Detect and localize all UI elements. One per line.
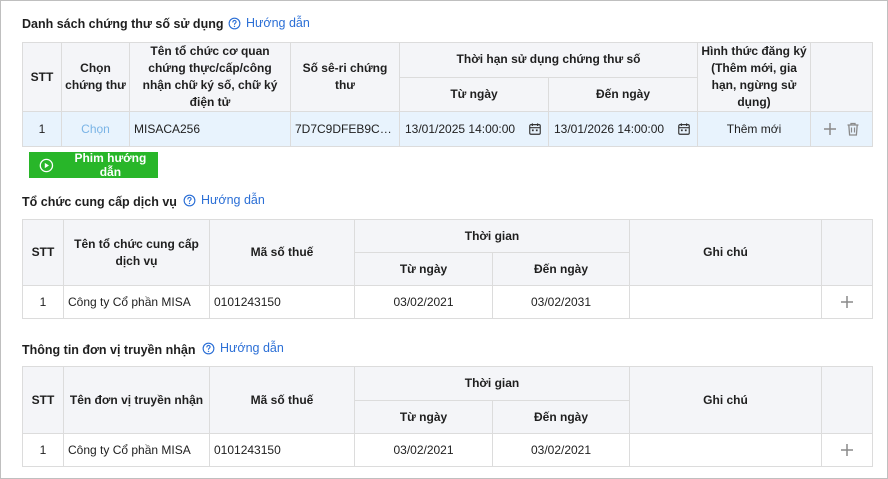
- col-to-date: Đến ngày: [492, 252, 630, 286]
- certificates-table: STT Chọn chứng thư Tên tổ chức cơ quan c…: [22, 42, 874, 147]
- row-provider-name: Công ty Cổ phần MISA: [63, 285, 210, 319]
- video-guide-label: Phim hướng dẫn: [74, 151, 147, 179]
- question-circle-icon: [228, 17, 241, 29]
- row-stt: 1: [22, 285, 64, 319]
- help-label: Hướng dẫn: [246, 16, 310, 30]
- row-from-date: 03/02/2021: [354, 433, 493, 467]
- trash-icon[interactable]: [845, 121, 861, 137]
- col-stt: STT: [22, 366, 64, 434]
- question-circle-icon: [202, 342, 215, 354]
- col-from-date: Từ ngày: [354, 252, 493, 286]
- row-tax-code: 0101243150: [209, 285, 355, 319]
- row-note: [629, 285, 822, 319]
- col-choose-certificate: Chọn chứng thư: [61, 42, 130, 112]
- to-date-value[interactable]: 13/01/2026 14:00:00: [554, 122, 664, 136]
- col-provider-name: Tên tổ chức cung cấp dịch vụ: [63, 219, 210, 286]
- row-note: [629, 433, 822, 467]
- col-serial-number: Số sê-ri chứng thư: [290, 42, 400, 112]
- col-registration-type: Hình thức đăng ký (Thêm mới, gia hạn, ng…: [697, 42, 812, 112]
- service-provider-section-title: Tổ chức cung cấp dịch vụ: [22, 195, 177, 209]
- col-note: Ghi chú: [629, 366, 822, 434]
- col-tax-code: Mã số thuế: [209, 219, 355, 286]
- row-tax-code: 0101243150: [209, 433, 355, 467]
- transmission-unit-table: STT Tên đơn vị truyền nhận Mã số thuế Th…: [22, 366, 873, 467]
- row-stt: 1: [22, 111, 62, 147]
- video-guide-button[interactable]: Phim hướng dẫn: [29, 151, 158, 179]
- plus-icon[interactable]: [822, 121, 838, 137]
- calendar-icon[interactable]: [528, 122, 542, 136]
- transmission-unit-help-link[interactable]: Hướng dẫn: [202, 341, 284, 355]
- service-provider-table: STT Tên tổ chức cung cấp dịch vụ Mã số t…: [22, 219, 873, 319]
- table-row[interactable]: 1 Công ty Cổ phần MISA 0101243150 03/02/…: [22, 433, 873, 467]
- row-from-date: 03/02/2021: [354, 285, 493, 319]
- help-label: Hướng dẫn: [220, 341, 284, 355]
- col-actions: [810, 42, 874, 112]
- row-to-date: 03/02/2031: [492, 285, 630, 319]
- col-issuing-organization: Tên tổ chức cơ quan chứng thực/cấp/công …: [129, 42, 291, 112]
- col-stt: STT: [22, 42, 62, 112]
- choose-certificate-link[interactable]: Chọn: [81, 122, 110, 136]
- col-actions: [821, 366, 873, 434]
- col-actions: [821, 219, 873, 286]
- table-row[interactable]: 1 Chọn MISACA256 7D7C9DFEB9CB... 13/01/2…: [22, 111, 874, 147]
- col-tax-code: Mã số thuế: [209, 366, 355, 434]
- row-serial: 7D7C9DFEB9CB...: [290, 111, 400, 147]
- plus-icon[interactable]: [839, 294, 855, 310]
- table-row[interactable]: 1 Công ty Cổ phần MISA 0101243150 03/02/…: [22, 285, 873, 319]
- row-to-date: 03/02/2021: [492, 433, 630, 467]
- row-stt: 1: [22, 433, 64, 467]
- col-time: Thời gian: [354, 366, 630, 401]
- calendar-icon[interactable]: [677, 122, 691, 136]
- transmission-unit-section-title: Thông tin đơn vị truyền nhận: [22, 343, 196, 357]
- col-from-date: Từ ngày: [399, 76, 549, 112]
- help-label: Hướng dẫn: [201, 193, 265, 207]
- col-to-date: Đến ngày: [547, 76, 699, 112]
- row-unit-name: Công ty Cổ phần MISA: [63, 433, 210, 467]
- play-circle-icon: [39, 158, 54, 172]
- plus-icon[interactable]: [839, 442, 855, 458]
- certificates-help-link[interactable]: Hướng dẫn: [228, 16, 310, 30]
- service-provider-help-link[interactable]: Hướng dẫn: [183, 193, 265, 207]
- question-circle-icon: [183, 194, 196, 206]
- row-organization: MISACA256: [129, 111, 291, 147]
- certificates-section-title: Danh sách chứng thư số sử dụng: [22, 17, 224, 31]
- row-registration-type: Thêm mới: [697, 111, 812, 147]
- col-time: Thời gian: [354, 219, 630, 253]
- col-validity-period: Thời hạn sử dụng chứng thư số: [398, 42, 699, 78]
- col-stt: STT: [22, 219, 64, 286]
- col-to-date: Đến ngày: [492, 400, 630, 434]
- col-unit-name: Tên đơn vị truyền nhận: [63, 366, 210, 434]
- col-note: Ghi chú: [629, 219, 822, 286]
- col-from-date: Từ ngày: [354, 400, 493, 434]
- from-date-value[interactable]: 13/01/2025 14:00:00: [405, 122, 515, 136]
